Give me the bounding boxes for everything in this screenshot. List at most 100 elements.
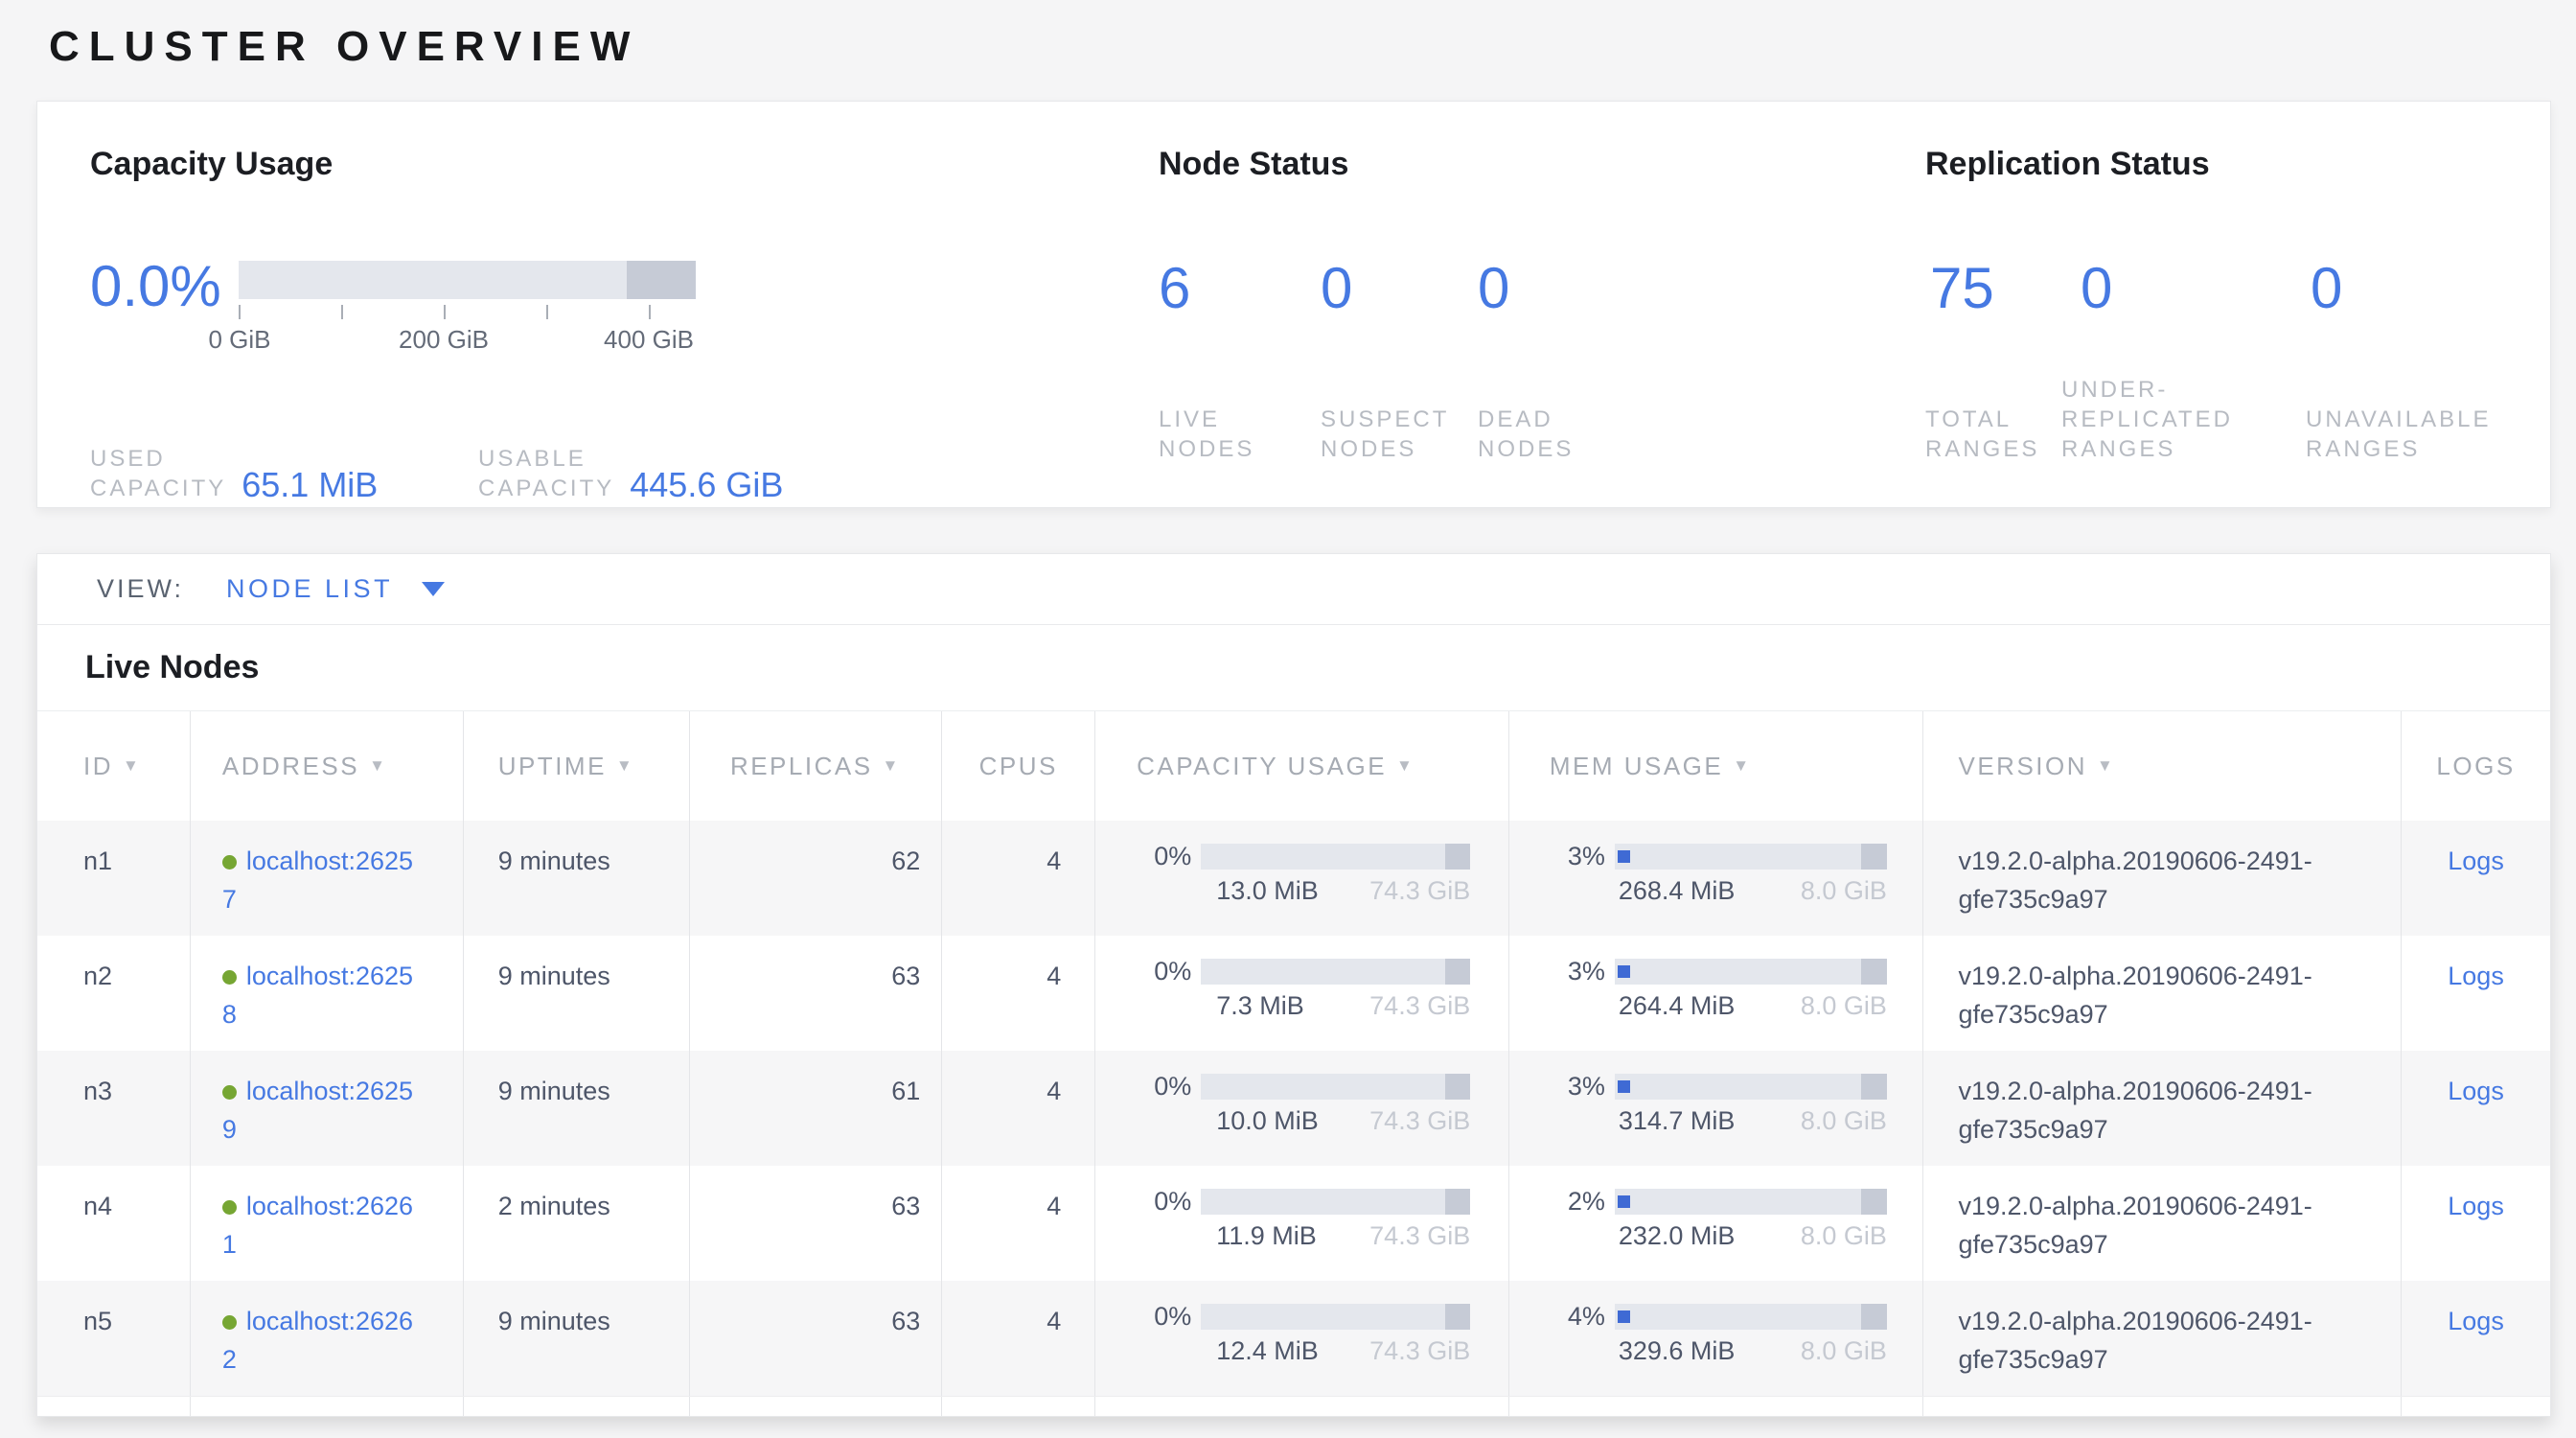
node-id-cell: n5 [37, 1281, 190, 1396]
logs-link[interactable]: Logs [2448, 847, 2504, 875]
replicas-cell: 63 [689, 1166, 942, 1281]
mem-reserved-segment [1861, 959, 1887, 985]
view-bar: VIEW: NODE LIST [37, 554, 2550, 625]
node-address-cell: localhost:26257 [190, 821, 463, 936]
capacity-usage-cell: 0% 10.0 MiB 74.3 GiB [1094, 1051, 1508, 1166]
logs-link[interactable]: Logs [2448, 1192, 2504, 1220]
capacity-usage-cell: 0% 13.0 MiB 74.3 GiB [1094, 821, 1508, 936]
live-nodes-stat: 6 LIVE NODES [1159, 258, 1321, 464]
mem-max-value: 8.0 GiB [1801, 1336, 1887, 1365]
replicas-cell: 63 [689, 936, 942, 1051]
capacity-gauge-track [239, 261, 696, 299]
cpus-cell: 4 [941, 821, 1094, 936]
dead-nodes-label: DEAD NODES [1478, 405, 1650, 464]
node-id-cell: n4 [37, 1166, 190, 1281]
uptime-cell: 9 minutes [463, 1051, 689, 1166]
mem-max-value: 8.0 GiB [1801, 1221, 1887, 1250]
cluster-overview-page: CLUSTER OVERVIEW Capacity Usage 0.0% 0 G… [0, 0, 2576, 1438]
capacity-usage-bar [1201, 1304, 1470, 1330]
dead-nodes-stat: 0 DEAD NODES [1478, 258, 1650, 464]
node-live-icon [222, 970, 237, 985]
unavailable-ranges-value: 0 [2306, 258, 2502, 319]
node-live-icon [222, 855, 237, 870]
capacity-reserved-segment [1445, 844, 1471, 870]
mem-max-value: 8.0 GiB [1801, 1106, 1887, 1135]
total-ranges-stat: 75 TOTAL RANGES [1925, 258, 2061, 464]
node-address-link[interactable]: localhost:26261 [222, 1192, 413, 1259]
node-address-cell: localhost:26258 [190, 936, 463, 1051]
node-id-cell: n1 [37, 821, 190, 936]
logs-link[interactable]: Logs [2448, 1307, 2504, 1335]
under-replicated-ranges-label: UNDER- REPLICATED RANGES [2061, 375, 2306, 464]
logs-link[interactable]: Logs [2448, 962, 2504, 990]
capacity-max-value: 74.3 GiB [1369, 1221, 1470, 1250]
view-selector-dropdown[interactable]: NODE LIST [226, 574, 445, 604]
tick-label-400: 400 GiB [604, 325, 694, 355]
usable-capacity-value: 445.6 GiB [630, 465, 783, 505]
node-id-cell: n3 [37, 1051, 190, 1166]
page-title: CLUSTER OVERVIEW [49, 23, 639, 71]
column-header-version[interactable]: VERSION▼ [1922, 711, 2402, 821]
uptime-cell: 9 minutes [463, 936, 689, 1051]
replication-status-section: Replication Status 75 TOTAL RANGES 0 UND… [1925, 145, 2502, 464]
table-row: n4 localhost:26261 2 minutes 63 4 0% 11.… [37, 1166, 2550, 1281]
mem-usage-bar [1615, 1189, 1887, 1215]
column-header-cpus: CPUS▼ [941, 711, 1094, 821]
version-cell: v19.2.0-alpha.20190606-2491-gfe735c9a97 [1922, 821, 2402, 936]
column-header-replicas[interactable]: REPLICAS▼ [689, 711, 942, 821]
mem-usage-bar [1615, 1074, 1887, 1100]
capacity-max-value: 74.3 GiB [1369, 1106, 1470, 1135]
node-address-cell: localhost:26259 [190, 1051, 463, 1166]
used-capacity-value: 65.1 MiB [242, 465, 378, 505]
sort-icon: ▼ [369, 756, 387, 776]
node-address-link[interactable]: localhost:26257 [222, 847, 413, 914]
sort-icon: ▼ [123, 756, 141, 776]
node-address-link[interactable]: localhost:26258 [222, 962, 413, 1029]
version-cell: v19.2.0-alpha.20190606-2491-gfe735c9a97 [1922, 1166, 2402, 1281]
column-header-capacity-usage[interactable]: CAPACITY USAGE▼ [1094, 711, 1508, 821]
capacity-max-value: 74.3 GiB [1369, 991, 1470, 1020]
sort-icon: ▼ [1396, 756, 1414, 776]
table-row-partial [37, 1396, 2550, 1417]
tick-label-200: 200 GiB [399, 325, 489, 355]
capacity-usage-bar [1201, 844, 1470, 870]
summary-card: Capacity Usage 0.0% 0 GiB 200 GiB 400 Gi… [36, 101, 2551, 508]
cpus-cell: 4 [941, 1051, 1094, 1166]
node-address-link[interactable]: localhost:26262 [222, 1307, 413, 1374]
logs-cell: Logs [2401, 821, 2550, 936]
mem-percent-label: 4% [1550, 1302, 1605, 1365]
node-status-section: Node Status 6 LIVE NODES 0 SUSPECT NODES… [1159, 145, 1650, 464]
replicas-cell: 62 [689, 821, 942, 936]
table-title-area: Live Nodes [37, 625, 2550, 710]
mem-reserved-segment [1861, 844, 1887, 870]
usable-capacity-label: USABLE CAPACITY [478, 444, 614, 503]
node-address-cell: localhost:26262 [190, 1281, 463, 1396]
column-header-logs: LOGS▼ [2401, 711, 2550, 821]
node-id-cell: n2 [37, 936, 190, 1051]
suspect-nodes-value: 0 [1321, 258, 1478, 319]
cpus-cell: 4 [941, 1281, 1094, 1396]
table-body: n1 localhost:26257 9 minutes 62 4 0% 13.… [37, 821, 2550, 1417]
node-address-link[interactable]: localhost:26259 [222, 1077, 413, 1144]
column-header-id[interactable]: ID▼ [37, 711, 190, 821]
table-row: n5 localhost:26262 9 minutes 63 4 0% 12.… [37, 1281, 2550, 1396]
capacity-used-value: 11.9 MiB [1201, 1221, 1317, 1250]
mem-used-value: 264.4 MiB [1615, 991, 1736, 1020]
capacity-usage-bar [1201, 1074, 1470, 1100]
node-address-cell: localhost:26261 [190, 1166, 463, 1281]
table-row: n1 localhost:26257 9 minutes 62 4 0% 13.… [37, 821, 2550, 936]
mem-used-value: 314.7 MiB [1615, 1106, 1736, 1135]
column-header-address[interactable]: ADDRESS▼ [190, 711, 463, 821]
column-header-mem-usage[interactable]: MEM USAGE▼ [1508, 711, 1922, 821]
capacity-usage-cell: 0% 7.3 MiB 74.3 GiB [1094, 936, 1508, 1051]
logs-link[interactable]: Logs [2448, 1077, 2504, 1105]
table-title: Live Nodes [85, 649, 259, 686]
capacity-reserved-segment [1445, 1189, 1471, 1215]
node-live-icon [222, 1085, 237, 1100]
total-ranges-label: TOTAL RANGES [1925, 405, 2061, 464]
mem-usage-cell: 4% 329.6 MiB 8.0 GiB [1508, 1281, 1922, 1396]
replicas-cell: 63 [689, 1281, 942, 1396]
mem-usage-fill [1618, 1195, 1630, 1208]
capacity-max-value: 74.3 GiB [1369, 876, 1470, 905]
column-header-uptime[interactable]: UPTIME▼ [463, 711, 689, 821]
